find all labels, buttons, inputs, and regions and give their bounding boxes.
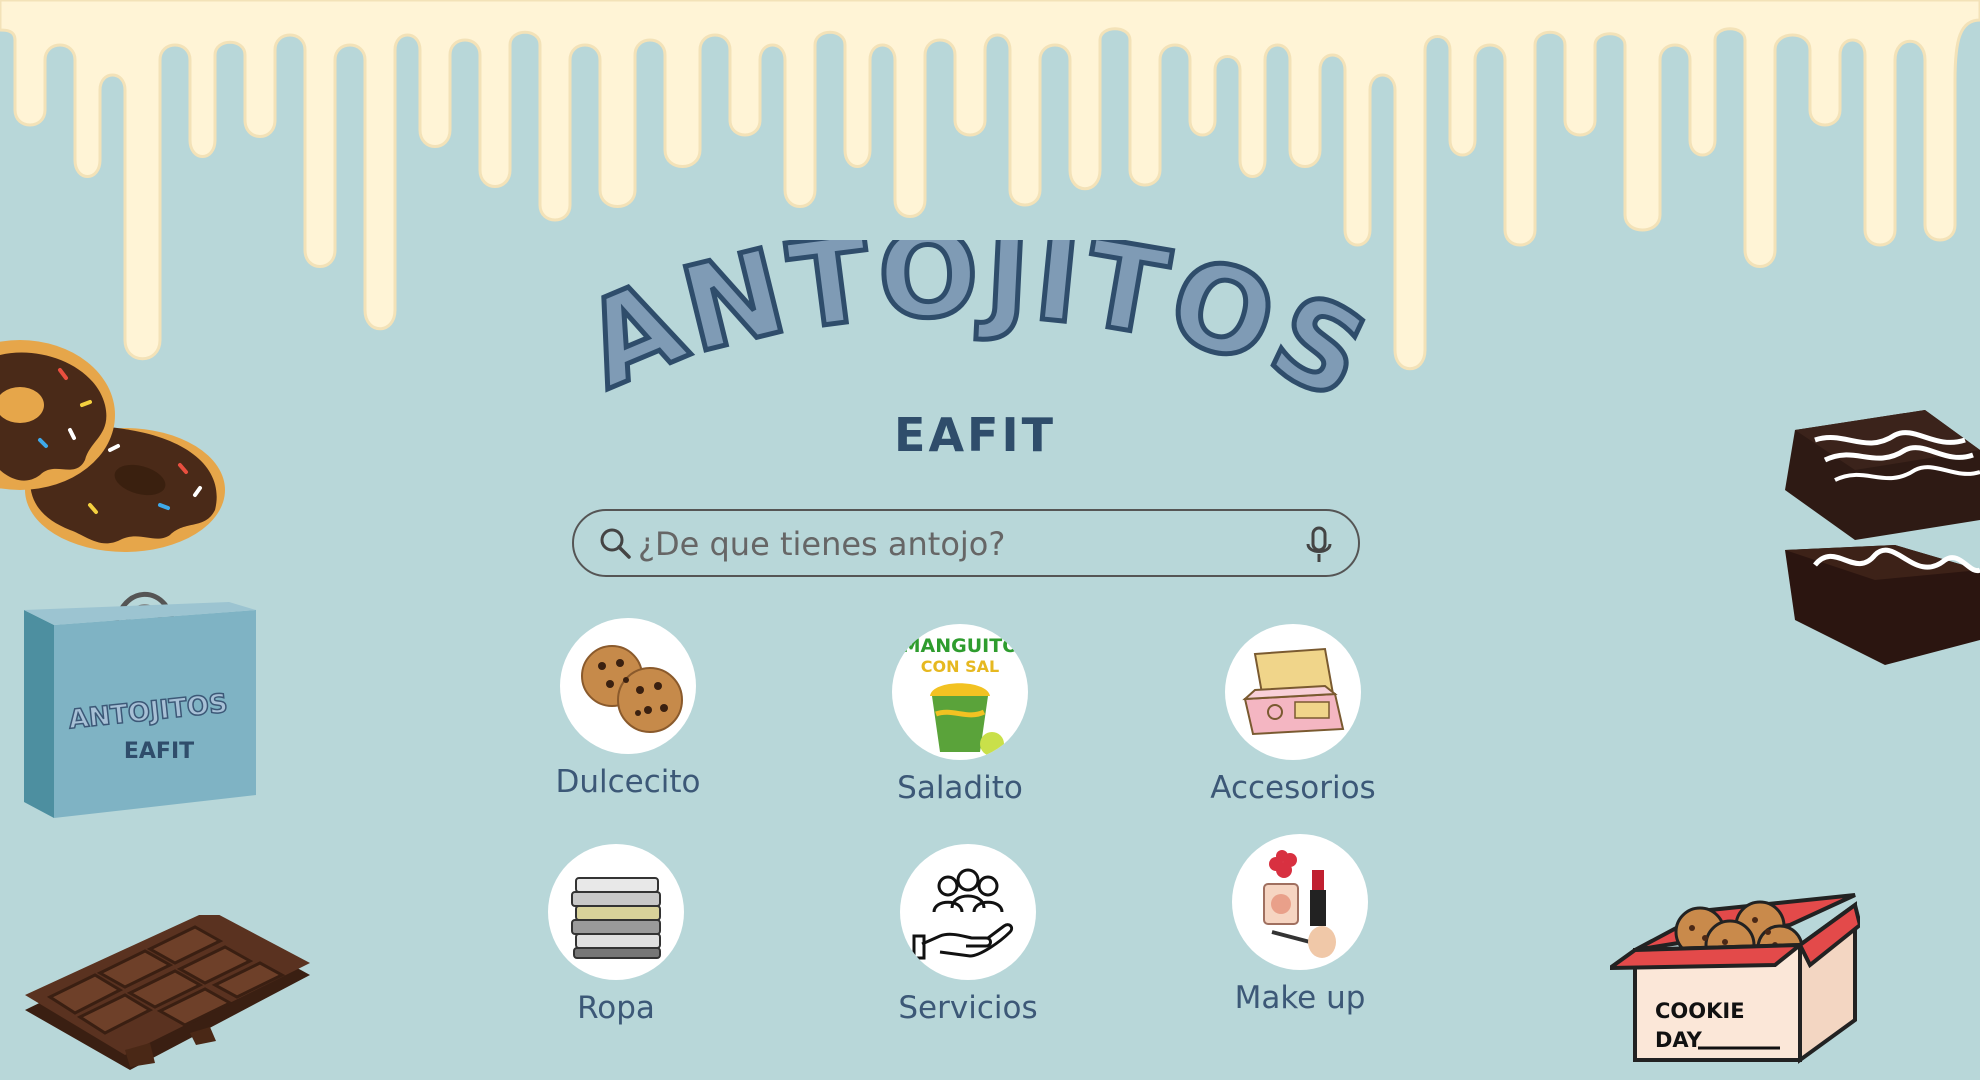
category-label[interactable]: Make up — [1170, 980, 1430, 1016]
hand-people-icon[interactable] — [900, 844, 1036, 980]
bag-subtitle: EAFIT — [124, 739, 194, 764]
brand-logo: ANTOJITOS EAFIT — [540, 202, 1410, 470]
mango-cup-icon[interactable]: MANGUITO CON SAL — [892, 624, 1028, 760]
cookie-box-line1: COOKIE — [1655, 999, 1745, 1023]
category-label[interactable]: Servicios — [838, 990, 1098, 1026]
cookie-day-box-decoration: COOKIE DAY — [1610, 893, 1860, 1064]
brand-title-art: ANTOJITOS — [562, 202, 1391, 431]
category-label[interactable]: Ropa — [486, 990, 746, 1026]
svg-text:ANTOJITOS: ANTOJITOS — [565, 240, 1391, 415]
mango-line1: MANGUITO — [902, 635, 1019, 657]
folded-clothes-icon[interactable] — [548, 844, 684, 980]
search-icon[interactable] — [598, 526, 632, 560]
category-label[interactable]: Dulcecito — [498, 764, 758, 800]
brownies-decoration — [1785, 410, 1980, 665]
category-label[interactable]: Saladito — [830, 770, 1090, 806]
chocolate-bar-decoration — [25, 915, 310, 1070]
mango-line2: CON SAL — [921, 657, 999, 676]
category-label[interactable]: Accesorios — [1163, 770, 1423, 806]
brand-subtitle: EAFIT — [894, 408, 1056, 462]
jewelry-box-icon[interactable] — [1225, 624, 1361, 760]
category-saladito[interactable]: MANGUITO CON SAL Saladito — [830, 624, 1090, 806]
category-make-up[interactable]: Make up — [1170, 834, 1430, 1016]
shopping-bag-decoration: ANTOJITOS EAFIT — [24, 591, 256, 818]
makeup-icon[interactable] — [1232, 834, 1368, 970]
cookie-box-line2: DAY — [1655, 1028, 1703, 1052]
search-bar[interactable] — [572, 509, 1360, 577]
donuts-decoration — [0, 340, 225, 552]
category-ropa[interactable]: Ropa — [486, 844, 746, 1026]
category-accesorios[interactable]: Accesorios — [1163, 624, 1423, 806]
category-dulcecito[interactable]: Dulcecito — [498, 618, 758, 800]
search-input[interactable] — [636, 517, 1280, 571]
category-servicios[interactable]: Servicios — [838, 844, 1098, 1026]
brand-title: ANTOJITOS — [562, 202, 1389, 431]
cookies-icon[interactable] — [560, 618, 696, 754]
microphone-icon[interactable] — [1304, 526, 1334, 566]
